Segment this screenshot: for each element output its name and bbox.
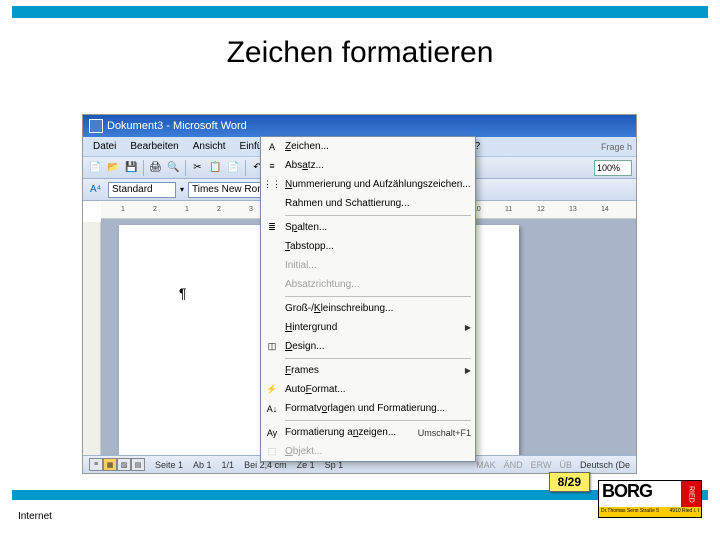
format-menu-item[interactable]: Rahmen und Schattierung... <box>261 194 475 213</box>
menu-item-label: Rahmen und Schattierung... <box>285 198 471 209</box>
menu-item-icon <box>263 363 281 379</box>
styles-icon[interactable]: A⁴ <box>87 181 104 198</box>
format-menu-item[interactable]: ≡ Absatz... <box>261 156 475 175</box>
menu-item-label: Absatzrichtung... <box>285 279 471 290</box>
menu-separator <box>285 420 471 421</box>
logo-addr1: Dr.Thomas Senn Straße 5 <box>601 508 659 516</box>
status-section: Ab 1 <box>193 460 212 470</box>
submenu-arrow-icon: ▶ <box>465 366 471 375</box>
format-menu-item[interactable]: Tabstopp... <box>261 237 475 256</box>
menu-item-label: Hintergrund <box>285 322 465 333</box>
menu-item-label: Spalten... <box>285 222 471 233</box>
format-menu-item[interactable]: A↓ Formatvorlagen und Formatierung... <box>261 399 475 418</box>
menu-item-shortcut: Umschalt+F1 <box>418 428 471 438</box>
slide-top-bar <box>12 6 708 18</box>
menu-item-label: Tabstopp... <box>285 241 471 252</box>
menu-item-label: Nummerierung und Aufzählungszeichen... <box>285 179 471 190</box>
menu-item-icon: ⚡ <box>263 382 281 398</box>
menu-item-label: Frames <box>285 365 465 376</box>
menu-item-icon: Ay <box>263 425 281 441</box>
format-menu-item: Absatzrichtung... <box>261 275 475 294</box>
menu-item-icon: A↓ <box>263 401 281 417</box>
word-title: Dokument3 - Microsoft Word <box>107 120 247 132</box>
menu-datei[interactable]: Datei <box>87 139 122 154</box>
zoom-field[interactable]: 100% <box>594 160 632 176</box>
borg-logo: BORG RIED Dr.Thomas Senn Straße 5 4910 R… <box>598 480 702 518</box>
menu-item-icon <box>263 196 281 212</box>
vertical-ruler[interactable] <box>83 222 101 455</box>
menu-item-icon <box>263 277 281 293</box>
menu-item-icon: A <box>263 139 281 155</box>
paste-icon[interactable]: 📄 <box>225 159 242 176</box>
menu-item-label: Initial... <box>285 260 471 271</box>
menu-item-icon <box>263 320 281 336</box>
menu-item-icon: ≡ <box>263 158 281 174</box>
menu-item-label: Design... <box>285 341 471 352</box>
menu-item-label: Formatierung anzeigen... <box>285 427 412 438</box>
style-selector[interactable]: Standard <box>108 182 176 198</box>
format-menu-dropdown: A Zeichen... ≡ Absatz... ⋮⋮ Nummerierung und … <box>260 136 476 462</box>
format-menu-item[interactable]: ⋮⋮ Nummerierung und Aufzählungszeichen... <box>261 175 475 194</box>
cut-icon[interactable]: ✂ <box>189 159 206 176</box>
menu-item-label: AutoFormat... <box>285 384 471 395</box>
status-mak[interactable]: MAK <box>476 460 496 470</box>
format-menu-item[interactable]: Groß-/Kleinschreibung... <box>261 299 475 318</box>
format-menu-item[interactable]: A Zeichen... <box>261 137 475 156</box>
paragraph-mark: ¶ <box>179 285 187 301</box>
menu-item-icon: ≣ <box>263 220 281 236</box>
logo-text: BORG <box>599 481 681 507</box>
format-menu-item[interactable]: Ay Formatierung anzeigen... Umschalt+F1 <box>261 423 475 442</box>
view-web[interactable]: ▨ <box>117 458 131 471</box>
status-pages: 1/1 <box>222 460 235 470</box>
status-erw[interactable]: ERW <box>531 460 552 470</box>
status-lang[interactable]: Deutsch (De <box>580 460 630 470</box>
format-menu-item[interactable]: ◫ Design... <box>261 337 475 356</box>
menu-item-icon: ◫ <box>263 339 281 355</box>
slide-title: Zeichen formatieren <box>0 36 720 70</box>
format-menu-item[interactable]: ⚡ AutoFormat... <box>261 380 475 399</box>
open-icon[interactable]: 📂 <box>105 159 122 176</box>
menu-item-label: Objekt... <box>285 446 471 457</box>
view-layout[interactable]: ▦ <box>103 458 117 471</box>
logo-addr2: 4910 Ried i. I <box>670 508 699 516</box>
menu-separator <box>285 358 471 359</box>
view-outline[interactable]: ▤ <box>131 458 145 471</box>
menu-item-label: Absatz... <box>285 160 471 171</box>
status-aend[interactable]: ÄND <box>504 460 523 470</box>
menu-item-label: Groß-/Kleinschreibung... <box>285 303 471 314</box>
format-menu-item[interactable]: Frames▶ <box>261 361 475 380</box>
menu-ansicht[interactable]: Ansicht <box>187 139 232 154</box>
menu-item-icon: ⬚ <box>263 444 281 460</box>
menu-item-icon <box>263 301 281 317</box>
menu-separator <box>285 296 471 297</box>
preview-icon[interactable]: 🔍 <box>165 159 182 176</box>
menu-bearbeiten[interactable]: Bearbeiten <box>124 139 184 154</box>
submenu-arrow-icon: ▶ <box>465 323 471 332</box>
print-icon[interactable]: 🖨 <box>147 159 164 176</box>
menu-item-label: Zeichen... <box>285 141 471 152</box>
format-menu-item: Initial... <box>261 256 475 275</box>
format-menu-item: ⬚ Objekt... <box>261 442 475 461</box>
status-ueb[interactable]: ÜB <box>559 460 572 470</box>
status-page: Seite 1 <box>155 460 183 470</box>
menu-item-label: Formatvorlagen und Formatierung... <box>285 403 471 414</box>
slide-footer: Internet <box>18 511 52 522</box>
format-menu-item[interactable]: Hintergrund▶ <box>261 318 475 337</box>
copy-icon[interactable]: 📋 <box>207 159 224 176</box>
menu-item-icon <box>263 258 281 274</box>
format-menu-item[interactable]: ≣ Spalten... <box>261 218 475 237</box>
menu-separator <box>285 215 471 216</box>
view-buttons: ≡ ▦ ▨ ▤ <box>89 458 145 471</box>
view-normal[interactable]: ≡ <box>89 458 103 471</box>
word-app-icon <box>89 119 103 133</box>
word-titlebar: Dokument3 - Microsoft Word <box>83 115 636 137</box>
save-icon[interactable]: 💾 <box>123 159 140 176</box>
help-search[interactable]: Frage h <box>601 142 632 152</box>
logo-side: RIED <box>681 481 701 507</box>
menu-item-icon: ⋮⋮ <box>263 177 281 193</box>
slide-page-number: 8/29 <box>549 472 590 492</box>
menu-item-icon <box>263 239 281 255</box>
new-doc-icon[interactable]: 📄 <box>87 159 104 176</box>
